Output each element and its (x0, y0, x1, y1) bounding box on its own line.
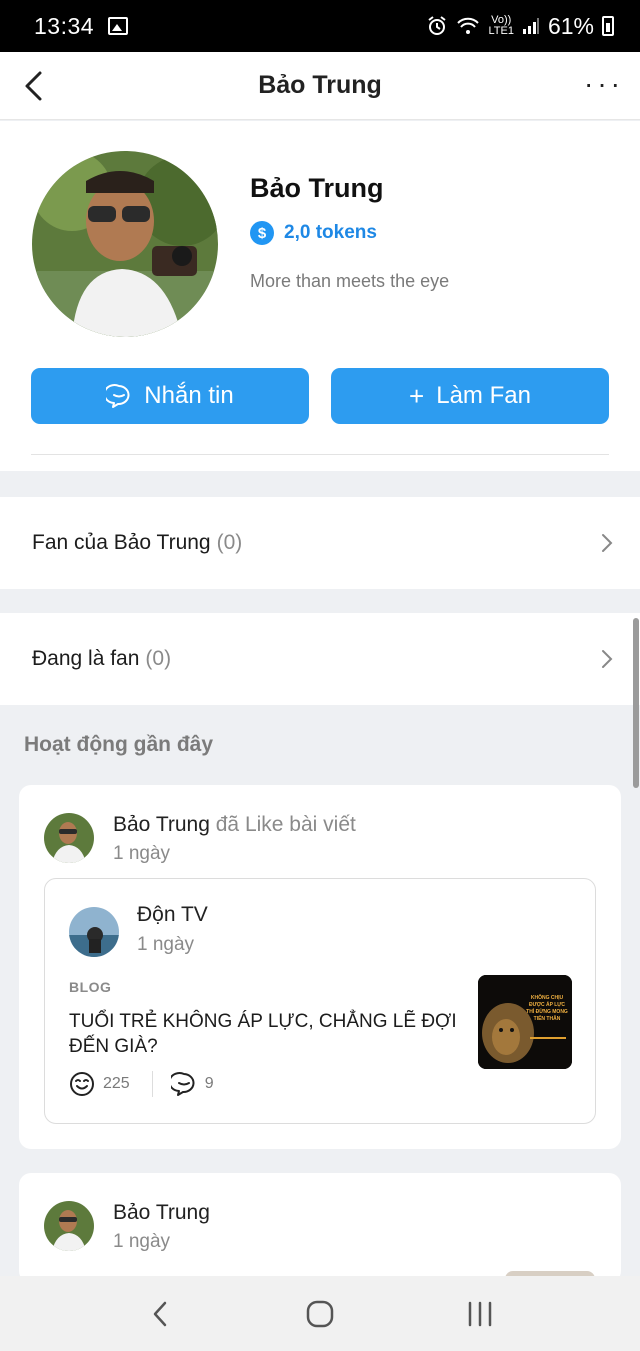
activity-card[interactable]: Bảo Trung đã Like bài viết 1 ngày Độn TV… (19, 785, 621, 1149)
page-title: Bảo Trung (258, 71, 382, 99)
battery-percent: 61% (547, 12, 594, 39)
fans-row[interactable]: Fan của Bảo Trung (0) (0, 497, 640, 589)
become-fan-button-label: Làm Fan (436, 382, 531, 409)
following-label: Đang là fan (32, 647, 140, 670)
comments-count: 9 (204, 1075, 214, 1092)
activity-text: Bảo Trung đã Like bài viết (113, 813, 356, 837)
avatar[interactable] (44, 1201, 94, 1251)
network-lte-label: LTE1 (488, 25, 514, 37)
avatar[interactable] (69, 907, 119, 957)
profile-name: Bảo Trung (250, 173, 384, 203)
likes-count: 225 (103, 1075, 130, 1092)
post-thumbnail[interactable]: KHÔNG CHỊU ĐƯỢC ÁP LỰC THÌ ĐỪNG MONG TIẾ… (478, 975, 572, 1069)
avatar[interactable] (32, 151, 218, 337)
network-type: Vo)) LTE1 (488, 15, 513, 37)
alarm-icon (428, 16, 447, 35)
token-balance: $ 2,0 tokens (250, 221, 377, 245)
more-horizontal-icon[interactable]: ··· (584, 70, 624, 98)
back-icon (153, 1301, 167, 1326)
following-row[interactable]: Đang là fan (0) (0, 613, 640, 705)
post-author[interactable]: Độn TV (137, 903, 208, 927)
thumbnail-caption: KHÔNG CHỊU ĐƯỢC ÁP LỰC THÌ ĐỪNG MONG TIẾ… (526, 995, 568, 1022)
activity-time: 1 ngày (113, 1231, 171, 1252)
recents-icon (468, 1301, 492, 1326)
activity-user[interactable]: Bảo Trung (113, 1201, 210, 1225)
chat-bubble-icon (106, 384, 130, 408)
post-stats: 225 9 (69, 1071, 214, 1097)
following-count: (0) (145, 647, 172, 670)
divider (151, 1071, 153, 1097)
post-title[interactable]: TUỔI TRẺ KHÔNG ÁP LỰC, CHẲNG LẼ ĐỢI ĐẾN … (69, 1009, 469, 1059)
activity-user[interactable]: Bảo Trung (113, 813, 210, 836)
coin-icon: $ (250, 221, 274, 245)
home-icon (306, 1300, 334, 1327)
chevron-right-icon (602, 650, 613, 668)
top-app-bar: Bảo Trung ··· (0, 52, 640, 120)
recent-activity-heading: Hoạt động gần đây (24, 733, 213, 756)
message-button[interactable]: Nhắn tin (31, 368, 309, 424)
divider (31, 454, 609, 455)
token-amount: 2,0 tokens (284, 222, 377, 243)
fans-count: (0) (216, 531, 243, 554)
status-time: 13:34 (34, 12, 95, 39)
likes-stat[interactable]: 225 (69, 1071, 130, 1097)
avatar[interactable] (44, 813, 94, 863)
profile-card: Bảo Trung $ 2,0 tokens More than meets t… (0, 121, 640, 471)
battery-icon (602, 16, 614, 36)
signal-icon (522, 18, 539, 34)
chevron-left-icon[interactable] (20, 70, 50, 102)
liked-post-card[interactable]: Độn TV 1 ngày BLOG TUỔI TRẺ KHÔNG ÁP LỰC… (44, 878, 596, 1124)
message-button-label: Nhắn tin (144, 382, 234, 409)
profile-bio: More than meets the eye (250, 271, 450, 291)
nav-back-button[interactable] (140, 1294, 180, 1334)
comment-icon (170, 1072, 195, 1096)
activity-time: 1 ngày (113, 843, 171, 864)
activity-verb: đã Like bài viết (215, 813, 356, 836)
status-bar: 13:34 Vo)) LTE1 61% (0, 0, 640, 52)
become-fan-button[interactable]: + Làm Fan (331, 368, 609, 424)
nav-home-button[interactable] (300, 1294, 340, 1334)
scrollbar[interactable] (633, 618, 639, 788)
comments-stat[interactable]: 9 (170, 1071, 214, 1097)
nav-recents-button[interactable] (460, 1294, 500, 1334)
wifi-icon (457, 17, 480, 34)
status-icons: Vo)) LTE1 61% (426, 13, 614, 40)
post-time: 1 ngày (137, 934, 195, 955)
system-nav-bar (0, 1276, 640, 1351)
chevron-right-icon (602, 534, 613, 552)
image-icon (108, 17, 129, 35)
plus-icon: + (409, 380, 425, 411)
activity-card[interactable]: Bảo Trung 1 ngày (19, 1173, 621, 1283)
smile-icon (70, 1072, 94, 1096)
post-category: BLOG (69, 979, 112, 995)
fans-label: Fan của Bảo Trung (32, 531, 211, 554)
